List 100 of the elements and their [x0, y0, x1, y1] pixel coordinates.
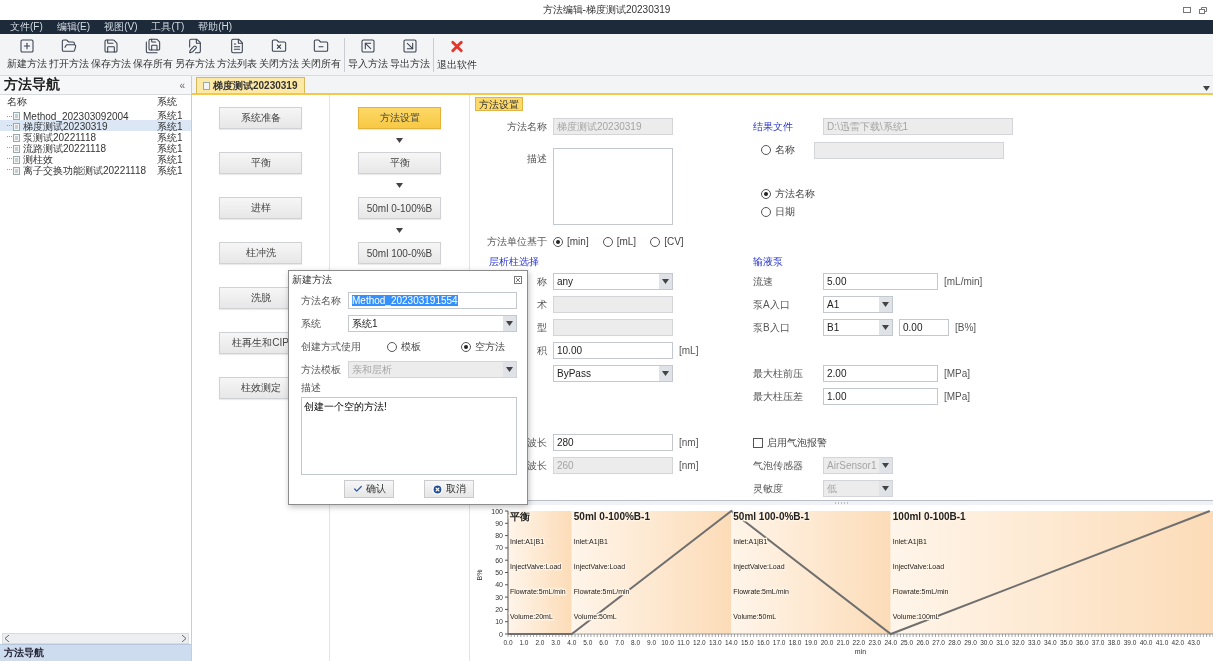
dropdown[interactable]: any — [553, 273, 673, 290]
text-field[interactable]: 5.00 — [823, 273, 938, 290]
segment-title: 50ml 0-100%B-1 — [573, 511, 650, 522]
segment-title: 100ml 0-100B-1 — [892, 511, 966, 522]
tree-row[interactable]: 泵测试20221118 系统1 — [0, 131, 191, 142]
radio-label: 日期 — [775, 205, 795, 219]
radio-label: 方法名称 — [775, 187, 815, 201]
field-label: 型 — [537, 320, 547, 335]
field-label: 积 — [537, 343, 547, 358]
menu-item[interactable]: 工具(T) — [151, 20, 185, 34]
radio-label: 模板 — [401, 339, 421, 354]
field-label: 创建方式使用 — [301, 339, 361, 354]
system-name: 系统1 — [157, 153, 184, 166]
field-label: 气泡传感器 — [753, 458, 803, 473]
system-name: 系统1 — [157, 109, 184, 122]
field-label: 波长 — [527, 458, 547, 473]
toolbar-button[interactable]: 导出方法 — [389, 37, 431, 72]
unit-label: [B%] — [955, 322, 977, 333]
text-field[interactable]: 2.00 — [823, 365, 938, 382]
system-name: 系统1 — [157, 164, 184, 178]
field-label: 泵B入口 — [753, 320, 790, 335]
toolbar-button[interactable]: 导入方法 — [347, 37, 389, 72]
panel-footer: 方法导航 — [0, 644, 191, 661]
unit-label: [nm] — [679, 437, 699, 448]
dialog-button[interactable]: 取消 — [424, 480, 474, 498]
dropdown[interactable]: A1 — [823, 296, 893, 313]
field-label: 波长 — [527, 435, 547, 450]
method-name: Method_202303092004 — [23, 110, 129, 122]
menu-item[interactable]: 文件(F) — [10, 20, 43, 34]
field-label: 描述 — [527, 152, 547, 166]
dialog-title: 新建方法 — [292, 273, 332, 287]
step-button[interactable]: 50ml 100-0%B — [358, 242, 441, 264]
unit-label: [nm] — [679, 460, 699, 471]
menu-item[interactable]: 帮助(H) — [198, 20, 233, 34]
toolbar-button[interactable]: 新建方法 — [6, 37, 48, 72]
field-label: 描述 — [301, 381, 322, 395]
toolbar-button[interactable]: 退出软件 — [436, 37, 478, 72]
toolbar-button[interactable]: 另存方法 — [174, 37, 216, 72]
dropdown[interactable]: 系统1 — [348, 315, 517, 332]
dropdown[interactable]: ByPass — [553, 365, 673, 382]
field-label: 最大柱前压 — [753, 366, 803, 381]
radio-label: 名称 — [775, 143, 796, 157]
menu-item[interactable]: 编辑(E) — [56, 20, 91, 34]
step-button[interactable]: 平衡 — [219, 152, 302, 174]
toolbar-button[interactable]: 关闭方法 — [258, 37, 300, 72]
system-name: 系统1 — [157, 131, 184, 144]
method-name: 流路测试20221118 — [23, 142, 106, 155]
step-button[interactable]: 50ml 0-100%B — [358, 197, 441, 219]
text-field[interactable]: 280 — [553, 434, 673, 451]
step-button[interactable]: 系统准备 — [219, 107, 302, 129]
text-field[interactable]: 10.00 — [553, 342, 673, 359]
toolbar-button[interactable]: 打开方法 — [48, 37, 90, 72]
step-button[interactable]: 平衡 — [358, 152, 441, 174]
unit-label: [MPa] — [944, 368, 971, 379]
field-label: 最大柱压差 — [753, 389, 803, 404]
method-name: 泵测试20221118 — [23, 132, 96, 144]
radio-label: [CV] — [664, 236, 684, 247]
text-field[interactable]: 0.00 — [899, 319, 949, 336]
panel-title: 方法导航 — [4, 76, 60, 94]
field-label: 泵A入口 — [753, 297, 790, 312]
tree-row[interactable]: Method_202303092004 系统1 — [0, 109, 191, 120]
field-label: 方法模板 — [301, 362, 342, 377]
description-field[interactable]: 创建一个空的方法! — [301, 397, 517, 475]
menu-item[interactable]: 视图(V) — [104, 20, 138, 34]
field-label: 灵敏度 — [753, 481, 783, 496]
field-label: 术 — [537, 297, 547, 312]
unit-label: [mL/min] — [944, 276, 983, 287]
tree-row[interactable]: 流路测试20221118 系统1 — [0, 142, 191, 153]
segment-title: 平衡 — [510, 511, 530, 522]
toolbar-button[interactable]: 关闭所有 — [300, 37, 342, 72]
tree-row[interactable]: 离子交换功能测试20221118 系统1 — [0, 164, 191, 175]
section-tag: 方法设置 — [475, 97, 523, 111]
field-label: 方法名称 — [507, 119, 547, 134]
step-button[interactable]: 进样 — [219, 197, 302, 219]
system-name: 系统1 — [157, 121, 184, 133]
step-button[interactable]: 柱冲洗 — [219, 242, 302, 264]
method-name: 离子交换功能测试20221118 — [23, 164, 146, 178]
window-title: 方法编辑-梯度测试20230319 — [542, 3, 671, 17]
dropdown[interactable]: B1 — [823, 319, 893, 336]
dialog-button[interactable]: 确认 — [344, 480, 394, 498]
unit-label: [MPa] — [944, 391, 971, 402]
field-label: 方法名称 — [301, 293, 342, 308]
toolbar-button[interactable]: 保存所有 — [132, 37, 174, 72]
toolbar-button[interactable]: 方法列表 — [216, 37, 258, 72]
radio-label: [min] — [567, 236, 589, 247]
field-label: 系统 — [301, 316, 322, 331]
collapse-button[interactable]: « — [177, 79, 187, 91]
toolbar-button[interactable]: 保存方法 — [90, 37, 132, 72]
tree-row[interactable]: 测柱效 系统1 — [0, 153, 191, 164]
field-label: 方法单位基于 — [487, 234, 547, 249]
field-label: 称 — [537, 274, 547, 289]
checkbox-label: 启用气泡报警 — [767, 435, 827, 450]
step-button[interactable]: 方法设置 — [358, 107, 441, 129]
section-heading: 层析柱选择 — [489, 254, 539, 269]
text-field[interactable]: 1.00 — [823, 388, 938, 405]
radio-label: [mL] — [616, 236, 637, 247]
section-heading: 输液泵 — [753, 254, 783, 269]
system-name: 系统1 — [157, 142, 184, 155]
tree-row[interactable]: 梯度测试20230319 系统1 — [0, 120, 191, 131]
tab[interactable]: 梯度测试20230319 — [196, 77, 305, 93]
